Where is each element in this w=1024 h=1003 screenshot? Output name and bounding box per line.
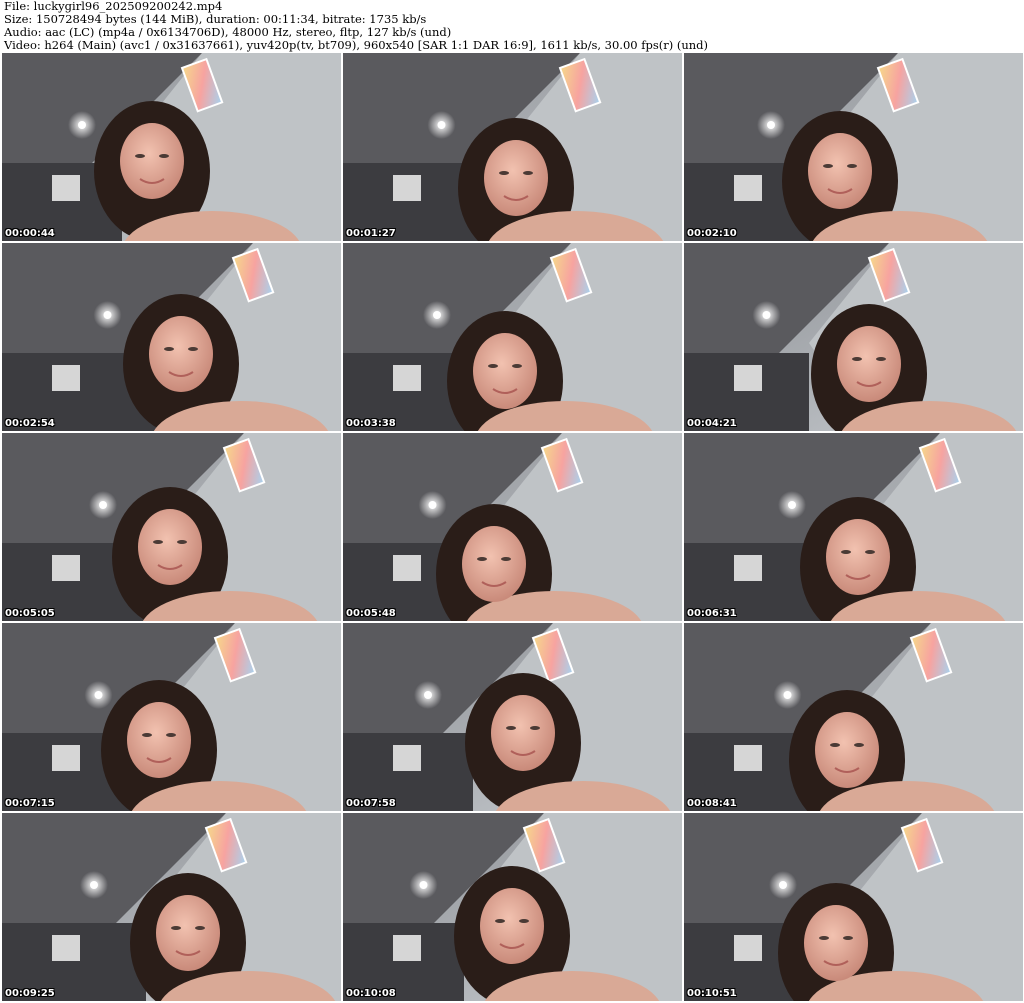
thumbnail-timestamp: 00:06:31	[687, 608, 737, 619]
scene-image	[343, 623, 682, 811]
thumbnail-timestamp: 00:07:58	[346, 798, 396, 809]
thumbnail-timestamp: 00:01:27	[346, 228, 396, 239]
video-thumbnail: 00:04:21	[684, 243, 1023, 431]
video-thumbnail: 00:07:15	[2, 623, 341, 811]
scene-image	[684, 813, 1023, 1001]
thumbnail-timestamp: 00:05:48	[346, 608, 396, 619]
scene-image	[343, 433, 682, 621]
video-thumbnail: 00:10:08	[343, 813, 682, 1001]
scene-image	[2, 243, 341, 431]
video-thumbnail: 00:05:48	[343, 433, 682, 621]
thumbnail-timestamp: 00:07:15	[5, 798, 55, 809]
scene-image	[2, 53, 341, 241]
video-thumbnail: 00:05:05	[2, 433, 341, 621]
thumbnail-timestamp: 00:05:05	[5, 608, 55, 619]
scene-image	[343, 53, 682, 241]
thumbnail-timestamp: 00:10:51	[687, 988, 737, 999]
scene-image	[2, 813, 341, 1001]
file-info-header: File: luckygirl96_202509200242.mp4 Size:…	[0, 0, 1024, 52]
scene-image	[2, 623, 341, 811]
scene-image	[2, 433, 341, 621]
thumbnail-timestamp: 00:10:08	[346, 988, 396, 999]
video-thumbnail: 00:06:31	[684, 433, 1023, 621]
thumbnail-timestamp: 00:02:54	[5, 418, 55, 429]
video-line: Video: h264 (Main) (avc1 / 0x31637661), …	[4, 38, 709, 52]
thumbnail-timestamp: 00:02:10	[687, 228, 737, 239]
video-thumbnail: 00:03:38	[343, 243, 682, 431]
thumbnail-timestamp: 00:03:38	[346, 418, 396, 429]
thumbnail-timestamp: 00:04:21	[687, 418, 737, 429]
thumbnail-timestamp: 00:00:44	[5, 228, 55, 239]
video-thumbnail: 00:02:10	[684, 53, 1023, 241]
video-thumbnail: 00:00:44	[2, 53, 341, 241]
video-thumbnail: 00:09:25	[2, 813, 341, 1001]
video-thumbnail: 00:08:41	[684, 623, 1023, 811]
thumbnail-timestamp: 00:08:41	[687, 798, 737, 809]
thumbnail-timestamp: 00:09:25	[5, 988, 55, 999]
scene-image	[684, 433, 1023, 621]
scene-image	[684, 243, 1023, 431]
scene-image	[684, 623, 1023, 811]
video-thumbnail: 00:02:54	[2, 243, 341, 431]
scene-image	[684, 53, 1023, 241]
scene-image	[343, 243, 682, 431]
thumbnail-grid: 00:00:44 00:01:27 00:02:10 00:02:54 00:0…	[2, 53, 1023, 1003]
video-thumbnail: 00:07:58	[343, 623, 682, 811]
video-thumbnail: 00:10:51	[684, 813, 1023, 1001]
video-thumbnail: 00:01:27	[343, 53, 682, 241]
scene-image	[343, 813, 682, 1001]
